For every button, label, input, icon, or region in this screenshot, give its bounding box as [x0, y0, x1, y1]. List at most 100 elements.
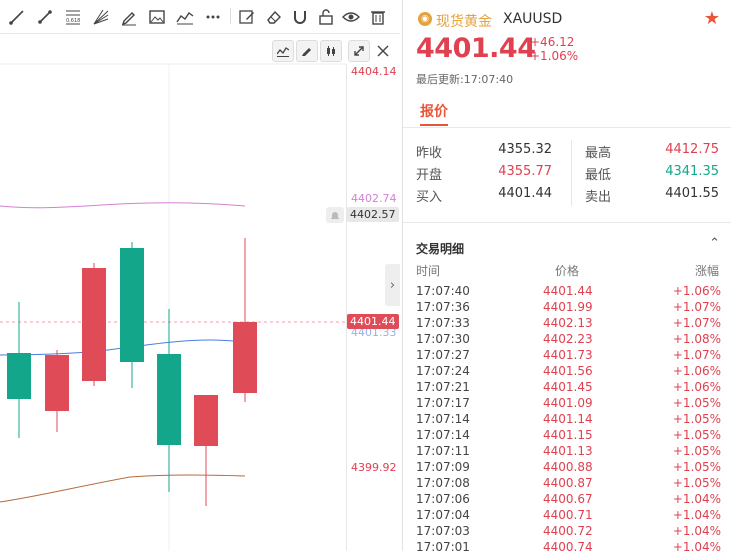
- trash-icon[interactable]: [369, 8, 387, 26]
- trade-row: 17:07:33 4402.13 +1.07%: [416, 316, 721, 332]
- tab-quote[interactable]: 报价: [420, 101, 448, 121]
- trade-price: 4401.13: [543, 444, 593, 458]
- trade-time: 17:07:21: [416, 380, 470, 394]
- ask-value: 4401.55: [665, 186, 719, 201]
- header-price: 价格: [555, 264, 580, 278]
- tab-divider: [403, 127, 731, 128]
- section-divider: [403, 222, 731, 223]
- header-pct: 涨幅: [695, 264, 720, 278]
- trade-price: 4400.88: [543, 460, 593, 474]
- price-level-ma: 4402.74: [351, 192, 397, 205]
- alert-price-tag: 4402.57: [347, 207, 399, 222]
- trade-pct: +1.05%: [672, 460, 721, 474]
- close-chart-button[interactable]: [372, 40, 394, 62]
- price-change: +46.12: [530, 35, 575, 49]
- trade-time: 17:07:24: [416, 364, 470, 378]
- candle-green: [7, 302, 31, 438]
- trade-price: 4400.67: [543, 492, 593, 506]
- trade-price: 4400.74: [543, 540, 593, 554]
- edit-icon[interactable]: [238, 8, 256, 26]
- pen-icon[interactable]: [120, 8, 138, 26]
- eraser-icon[interactable]: [265, 8, 283, 26]
- tab-underline: [420, 124, 448, 126]
- gold-icon: ◉: [418, 12, 432, 26]
- favorite-star-icon[interactable]: ★: [704, 8, 720, 29]
- trade-pct: +1.05%: [672, 476, 721, 490]
- magnet-icon[interactable]: [291, 8, 309, 26]
- indicator-icon: [277, 47, 289, 57]
- trade-pct: +1.04%: [672, 508, 721, 522]
- trade-row: 17:07:04 4400.71 +1.04%: [416, 508, 721, 524]
- line-tool-icon[interactable]: [8, 8, 26, 26]
- price-level-low: 4399.92: [351, 461, 397, 474]
- trade-time: 17:07:06: [416, 492, 470, 506]
- candle-green: [120, 242, 144, 388]
- bid-value: 4401.44: [498, 186, 552, 201]
- trade-pct: +1.07%: [672, 316, 721, 330]
- fan-icon[interactable]: [92, 8, 110, 26]
- trade-pct: +1.04%: [672, 524, 721, 538]
- expand-icon: [354, 46, 364, 56]
- trade-price: 4401.73: [543, 348, 593, 362]
- draw-button[interactable]: [296, 40, 318, 62]
- trade-pct: +1.07%: [672, 300, 721, 314]
- trade-row: 17:07:27 4401.73 +1.07%: [416, 348, 721, 364]
- trade-pct: +1.08%: [672, 332, 721, 346]
- chart-canvas: [0, 63, 347, 551]
- trade-time: 17:07:33: [416, 316, 470, 330]
- candle-green: [157, 309, 181, 492]
- trade-time: 17:07:04: [416, 508, 470, 522]
- chevron-up-icon[interactable]: ⌃: [709, 236, 720, 251]
- indicator-button[interactable]: [272, 40, 294, 62]
- bell-icon[interactable]: [326, 207, 344, 223]
- trade-price: 4401.56: [543, 364, 593, 378]
- eye-icon[interactable]: [342, 8, 360, 26]
- header-time: 时间: [416, 264, 441, 278]
- candle-red: [194, 395, 218, 506]
- fullscreen-button[interactable]: [348, 40, 370, 62]
- trade-price: 4400.72: [543, 524, 593, 538]
- trade-pct: +1.06%: [672, 364, 721, 378]
- high-label: 最高: [585, 146, 612, 161]
- candle-type-button[interactable]: [320, 40, 342, 62]
- trade-time: 17:07:09: [416, 460, 470, 474]
- collapse-panel-button[interactable]: ›: [385, 264, 400, 306]
- prev-close-value: 4355.32: [498, 142, 552, 157]
- instrument-symbol: XAUUSD: [503, 11, 563, 27]
- trade-row: 17:07:11 4401.13 +1.05%: [416, 444, 721, 460]
- trade-time: 17:07:08: [416, 476, 470, 490]
- price-change-pct: +1.06%: [530, 49, 579, 63]
- chevron-right-icon: ›: [389, 277, 396, 293]
- pattern-icon[interactable]: [176, 8, 194, 26]
- toolbar-divider: [230, 8, 231, 24]
- trade-details-title: 交易明细: [416, 242, 465, 256]
- trade-row: 17:07:40 4401.44 +1.06%: [416, 284, 721, 300]
- trade-time: 17:07:01: [416, 540, 470, 554]
- image-icon[interactable]: [148, 8, 166, 26]
- trade-row: 17:07:06 4400.67 +1.04%: [416, 492, 721, 508]
- more-icon[interactable]: [204, 8, 222, 26]
- trade-row: 17:07:36 4401.99 +1.07%: [416, 300, 721, 316]
- candlestick-chart[interactable]: 4404.14 4402.74 4402.57 4401.33 4401.44 …: [0, 34, 400, 551]
- fibonacci-icon[interactable]: 0.618: [64, 8, 82, 26]
- open-label: 开盘: [416, 168, 443, 183]
- quote-panel: ◉ 现货黄金 XAUUSD ★ 4401.44 +46.12 +1.06% 最后…: [402, 0, 731, 554]
- trade-time: 17:07:14: [416, 412, 470, 426]
- low-label: 最低: [585, 168, 612, 183]
- trade-row: 17:07:21 4401.45 +1.06%: [416, 380, 721, 396]
- trade-row: 17:07:09 4400.88 +1.05%: [416, 460, 721, 476]
- trade-row: 17:07:30 4402.23 +1.08%: [416, 332, 721, 348]
- trade-price: 4400.87: [543, 476, 593, 490]
- trade-time: 17:07:27: [416, 348, 470, 362]
- lock-icon[interactable]: [317, 8, 335, 26]
- trade-price: 4401.44: [543, 284, 593, 298]
- ray-tool-icon[interactable]: [36, 8, 54, 26]
- high-value: 4412.75: [665, 142, 719, 157]
- trade-time: 17:07:11: [416, 444, 470, 458]
- trade-time: 17:07:40: [416, 284, 470, 298]
- trade-pct: +1.06%: [672, 380, 721, 394]
- instrument-name: 现货黄金: [436, 14, 492, 30]
- candle-icon: [327, 46, 335, 56]
- trade-pct: +1.05%: [672, 428, 721, 442]
- ma-line-brown: [0, 474, 246, 503]
